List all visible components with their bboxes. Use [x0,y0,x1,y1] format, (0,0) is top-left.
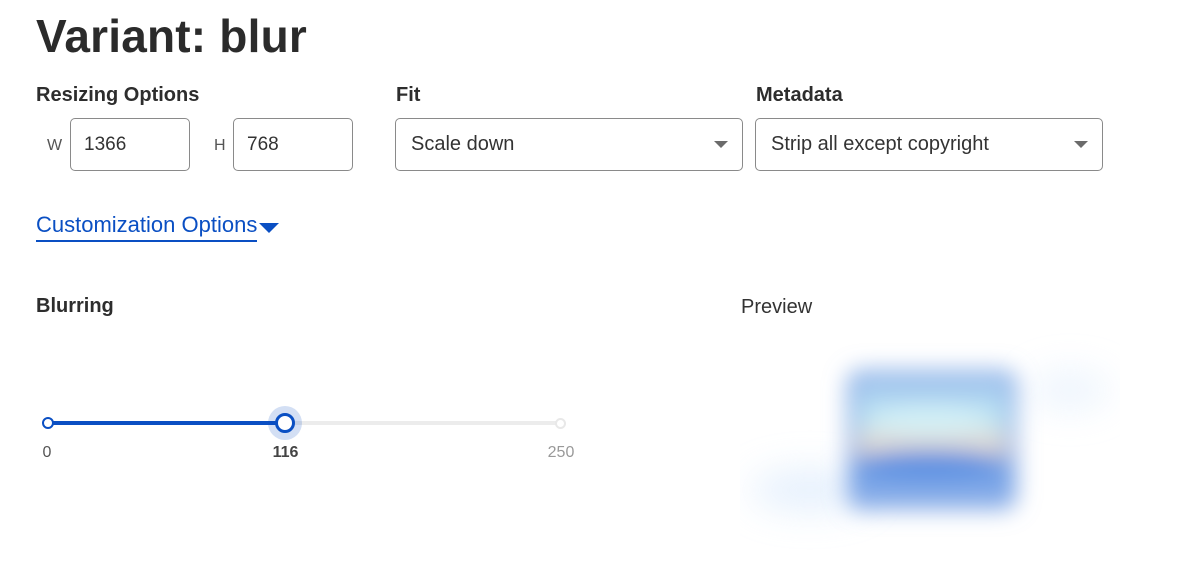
fit-selected-value: Scale down [411,133,515,155]
width-input[interactable] [70,118,190,171]
width-letter: W [47,137,63,154]
variant-page: Variant: blur Resizing Options W H Fit S… [0,0,1190,567]
customization-options-toggle[interactable]: Customization Options [36,212,280,242]
slider-value-label: 116 [272,444,299,461]
height-letter: H [214,137,226,154]
fit-label: Fit [396,84,421,106]
resizing-options-label: Resizing Options [36,84,200,106]
slider-max-dot [555,418,566,429]
page-title: Variant: blur [36,10,307,62]
chevron-down-icon [714,141,728,148]
customization-options-link[interactable]: Customization Options [36,212,258,242]
blurring-label: Blurring [36,295,114,317]
metadata-select[interactable]: Strip all except copyright [755,118,1103,171]
slider-min-dot [42,417,54,429]
blurring-slider[interactable]: 0 116 250 [40,400,580,470]
blurred-preview-image [750,368,1110,512]
metadata-label: Metadata [756,84,843,106]
metadata-selected-value: Strip all except copyright [771,133,989,155]
slider-min-label: 0 [42,444,52,461]
slider-track-fill [47,421,286,425]
caret-down-icon [259,223,280,233]
height-input[interactable] [233,118,353,171]
fit-select[interactable]: Scale down [395,118,743,171]
chevron-down-icon [1074,141,1088,148]
slider-max-label: 250 [547,444,575,461]
preview-label: Preview [741,296,813,318]
